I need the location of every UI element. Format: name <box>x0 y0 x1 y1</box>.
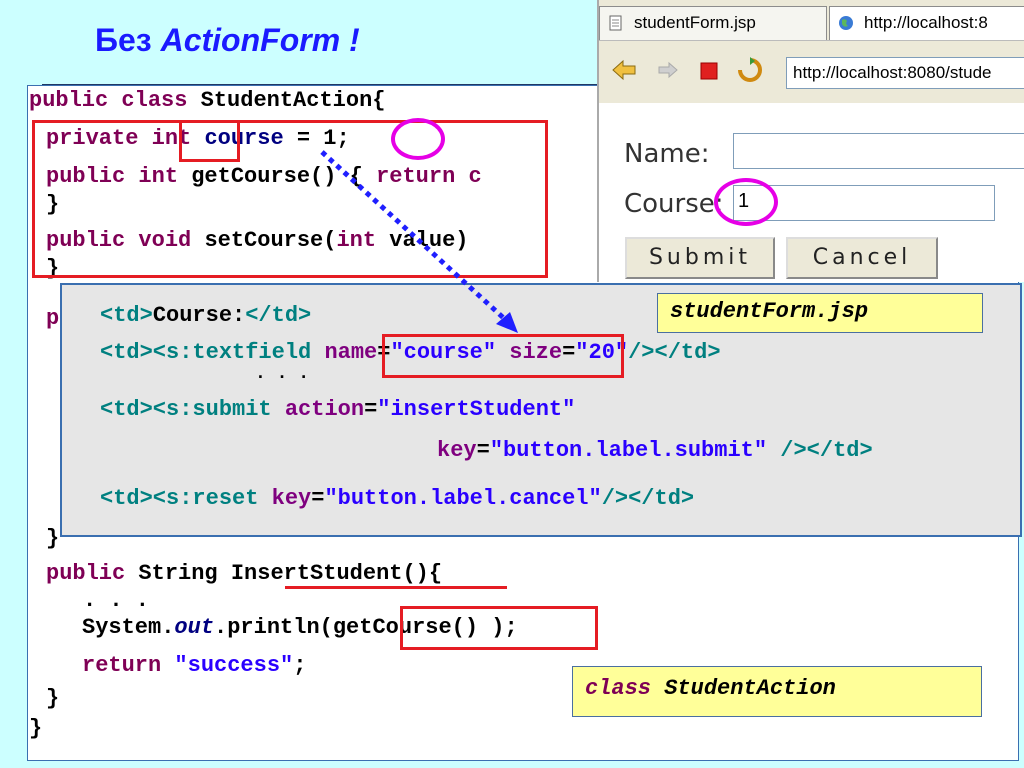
dotted-arrow-line <box>320 150 510 324</box>
dotted-arrow-overlay <box>320 150 518 333</box>
